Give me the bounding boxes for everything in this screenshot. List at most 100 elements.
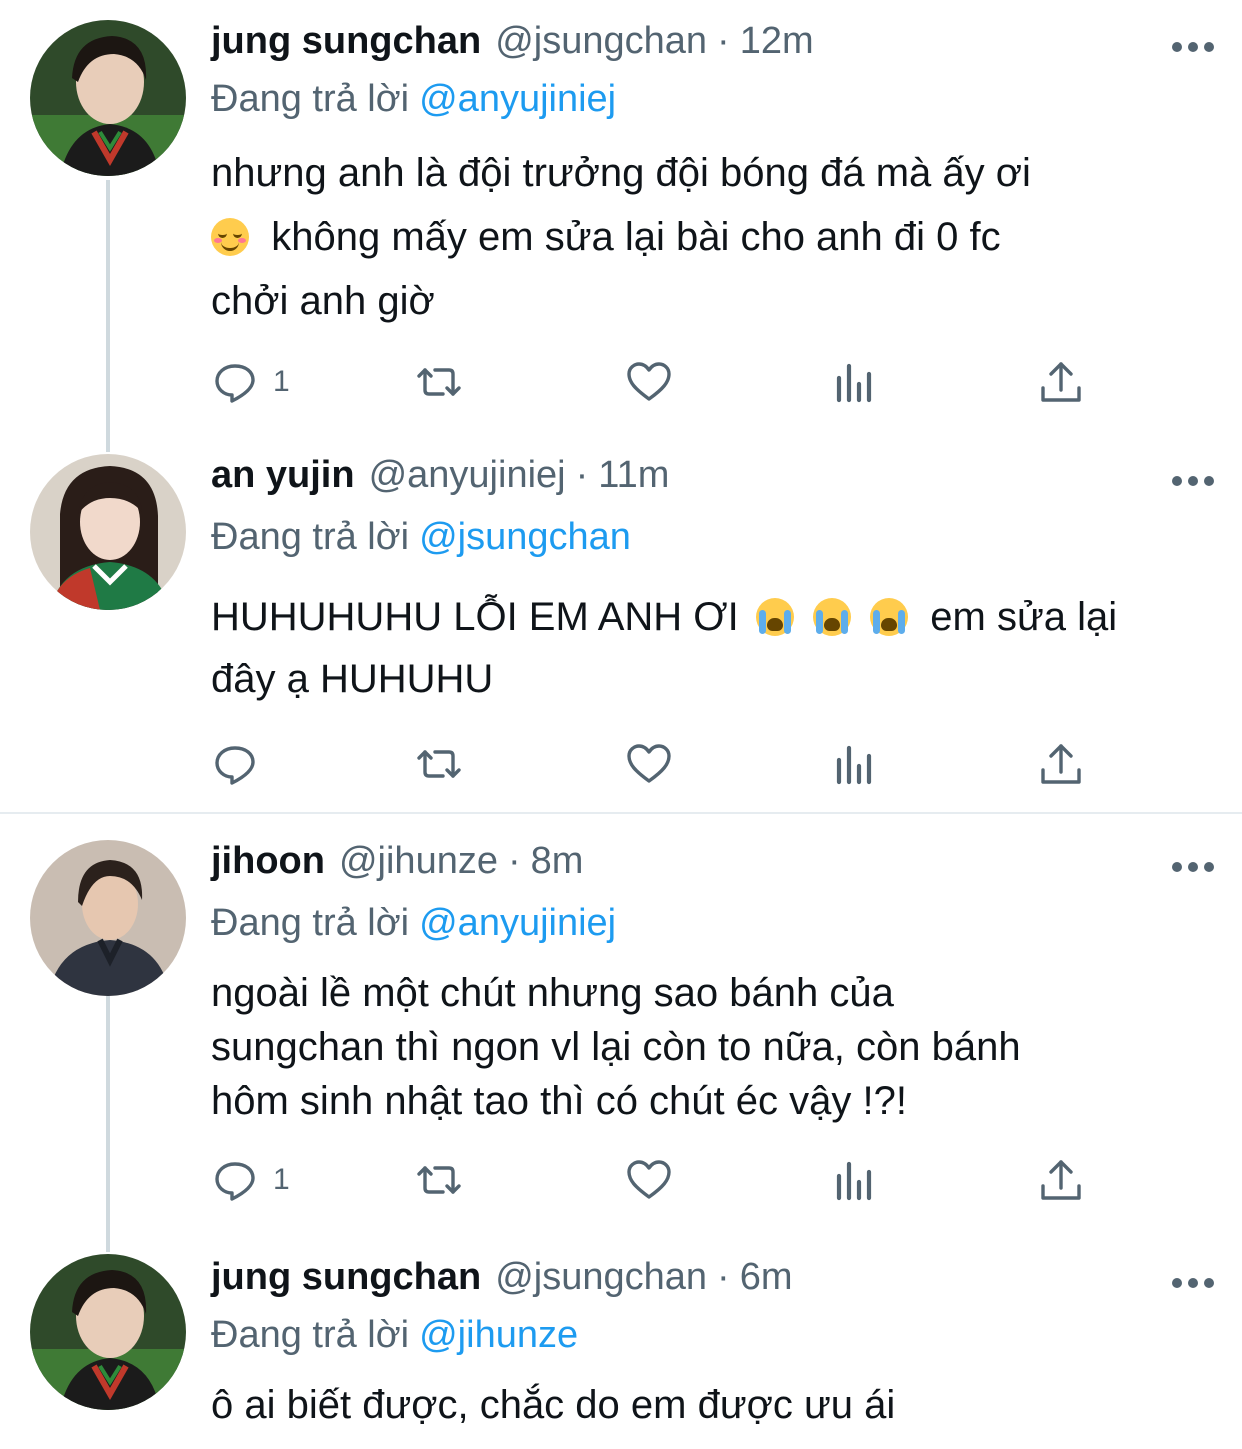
reply-label: Đang trả lời xyxy=(211,1314,410,1356)
tweet-text-line: ngoài lề một chút nhưng sao bánh của xyxy=(211,971,894,1015)
tweet[interactable]: jung sungchan @jsungchan · 12m Đang trả … xyxy=(0,0,1242,440)
tweet[interactable]: jung sungchan @jsungchan · 6m Đang trả l… xyxy=(0,1240,1242,1449)
reply-button[interactable]: 1 xyxy=(211,1150,290,1210)
heart-icon xyxy=(627,1160,671,1199)
analytics-button[interactable] xyxy=(831,1150,879,1210)
profile-photo-icon xyxy=(30,840,186,996)
tweet-text-segment: không mấy em sửa lại bài cho anh đi 0 fc xyxy=(271,215,1001,259)
share-icon xyxy=(1041,1160,1081,1200)
retweet-icon xyxy=(417,1166,461,1194)
mention-link[interactable]: @anyujiniej xyxy=(419,902,616,944)
tweet-actions xyxy=(211,734,1111,794)
author-handle[interactable]: @anyujiniej xyxy=(369,454,566,497)
more-icon[interactable] xyxy=(1172,862,1214,872)
reply-context: Đang trả lời @anyujiniej xyxy=(211,78,616,121)
analytics-button[interactable] xyxy=(831,352,879,412)
tweet-text: ngoài lề một chút nhưng sao bánh của sun… xyxy=(211,966,1201,1128)
profile-photo-icon xyxy=(30,454,186,610)
author-name[interactable]: jihoon xyxy=(211,840,325,883)
timestamp[interactable]: 12m xyxy=(740,20,814,63)
tweet-actions: 1 xyxy=(211,1150,1111,1210)
like-button[interactable] xyxy=(625,352,673,412)
more-icon[interactable] xyxy=(1172,1278,1214,1288)
tweet[interactable]: an yujin @anyujiniej · 11m Đang trả lời @… xyxy=(0,440,1242,810)
author-handle[interactable]: @jsungchan xyxy=(495,1256,707,1299)
reply-label: Đang trả lời xyxy=(211,516,410,558)
avatar[interactable] xyxy=(30,454,186,610)
tweet-text-line: không mấy em sửa lại bài cho anh đi 0 fc xyxy=(211,210,1201,264)
smiling-face-emoji-icon xyxy=(211,218,249,256)
reply-button[interactable] xyxy=(211,734,273,794)
tweet-text-segment: HUHUHUHU LỖI EM ANH ƠI xyxy=(211,595,739,639)
tweet-text: nhưng anh là đội trưởng đội bóng đá mà ấ… xyxy=(211,146,1201,328)
tweet-text-line: ô ai biết được, chắc do em được ưu ái xyxy=(211,1383,896,1427)
tweet-text: HUHUHUHU LỖI EM ANH ƠI em sửa lại đây ạ … xyxy=(211,590,1201,706)
tweet[interactable]: jihoon @jihunze · 8m Đang trả lời @anyuji… xyxy=(0,820,1242,1240)
author-handle[interactable]: @jsungchan xyxy=(495,20,707,63)
analytics-icon xyxy=(836,1161,872,1201)
reply-label: Đang trả lời xyxy=(211,902,410,944)
separator-dot: · xyxy=(575,454,589,496)
timestamp[interactable]: 6m xyxy=(740,1256,793,1299)
retweet-button[interactable] xyxy=(415,734,463,794)
tweet-actions: 1 xyxy=(211,352,1111,412)
tweet-text-line: nhưng anh là đội trưởng đội bóng đá mà ấ… xyxy=(211,151,1031,195)
share-button[interactable] xyxy=(1037,1150,1085,1210)
mention-link[interactable]: @jihunze xyxy=(419,1314,578,1356)
more-icon[interactable] xyxy=(1172,476,1214,486)
thread-divider xyxy=(0,812,1242,814)
tweet-text-line: đây ạ HUHUHU xyxy=(211,657,494,701)
like-button[interactable] xyxy=(625,1150,673,1210)
crying-face-emoji-icon xyxy=(755,598,794,636)
reply-context: Đang trả lời @jsungchan xyxy=(211,516,631,559)
analytics-icon xyxy=(836,745,872,785)
reply-icon xyxy=(215,364,255,403)
reply-context: Đang trả lời @anyujiniej xyxy=(211,902,616,945)
tweet-text-line: hôm sinh nhật tao thì có chút éc vậy !?! xyxy=(211,1079,907,1123)
avatar[interactable] xyxy=(30,1254,186,1410)
share-button[interactable] xyxy=(1037,352,1085,412)
author-handle[interactable]: @jihunze xyxy=(339,840,498,883)
heart-icon xyxy=(627,744,671,783)
share-button[interactable] xyxy=(1037,734,1085,794)
reply-count: 1 xyxy=(273,1163,290,1196)
tweet-text-line: sungchan thì ngon vl lại còn to nữa, còn… xyxy=(211,1025,1021,1069)
tweet-text-line: HUHUHUHU LỖI EM ANH ƠI em sửa lại xyxy=(211,590,1201,644)
timestamp[interactable]: 8m xyxy=(531,840,584,883)
retweet-button[interactable] xyxy=(415,352,463,412)
more-icon[interactable] xyxy=(1172,42,1214,52)
crying-face-emoji-icon xyxy=(870,598,909,636)
mention-link[interactable]: @anyujiniej xyxy=(419,78,616,120)
share-icon xyxy=(1041,362,1081,402)
like-button[interactable] xyxy=(625,734,673,794)
tweet-text: ô ai biết được, chắc do em được ưu ái xyxy=(211,1378,1201,1432)
author-name[interactable]: an yujin xyxy=(211,454,355,497)
author-name[interactable]: jung sungchan xyxy=(211,20,481,63)
separator-dot: · xyxy=(507,840,521,882)
heart-icon xyxy=(627,362,671,401)
separator-dot: · xyxy=(717,1256,730,1298)
mention-link[interactable]: @jsungchan xyxy=(419,516,631,558)
timestamp[interactable]: 11m xyxy=(598,454,669,497)
retweet-button[interactable] xyxy=(415,1150,463,1210)
retweet-icon xyxy=(417,750,461,778)
analytics-icon xyxy=(836,363,872,403)
share-icon xyxy=(1041,744,1081,784)
avatar[interactable] xyxy=(30,840,186,996)
separator-dot: · xyxy=(717,20,730,62)
profile-photo-icon xyxy=(30,20,186,176)
reply-icon xyxy=(215,1162,255,1201)
avatar[interactable] xyxy=(30,20,186,176)
reply-context: Đang trả lời @jihunze xyxy=(211,1314,578,1357)
reply-label: Đang trả lời xyxy=(211,78,410,120)
crying-face-emoji-icon xyxy=(812,598,851,636)
reply-button[interactable]: 1 xyxy=(211,352,290,412)
author-name[interactable]: jung sungchan xyxy=(211,1256,481,1299)
reply-icon xyxy=(215,746,255,785)
tweet-text-segment: em sửa lại xyxy=(930,595,1118,639)
reply-count: 1 xyxy=(273,365,290,398)
retweet-icon xyxy=(417,368,461,396)
tweet-text-line: chởi anh giờ xyxy=(211,279,435,323)
profile-photo-icon xyxy=(30,1254,186,1410)
analytics-button[interactable] xyxy=(831,734,879,794)
